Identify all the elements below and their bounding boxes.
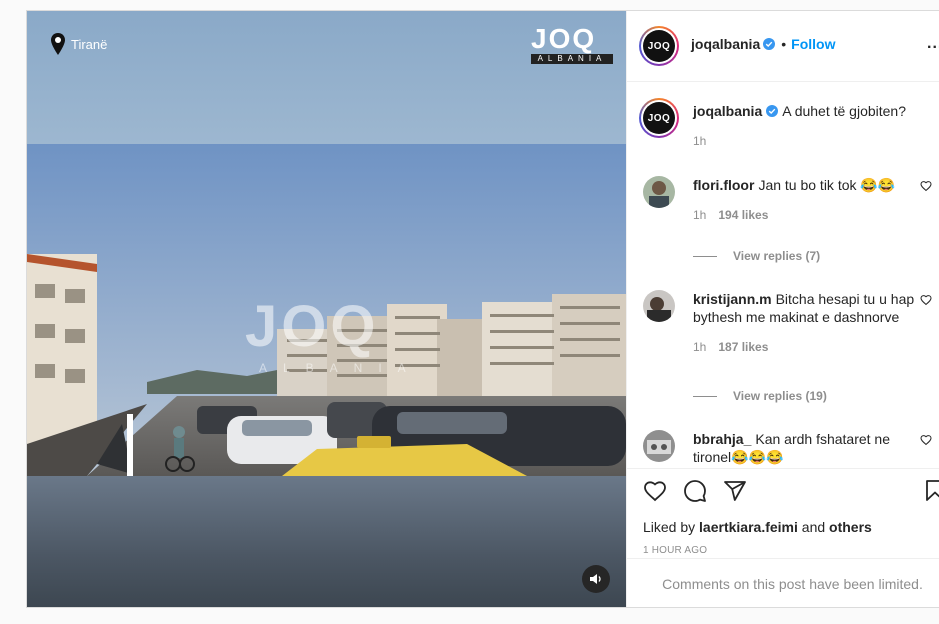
liked-user-link[interactable]: laertkiara.feimi xyxy=(699,519,798,535)
author-avatar[interactable]: JOQ xyxy=(639,26,679,66)
avatar-text: JOQ xyxy=(643,30,675,62)
location-tag: Tiranë xyxy=(51,33,107,55)
view-replies-button[interactable]: View replies (19) xyxy=(693,389,827,403)
comment-body: flori.floor Jan tu bo tik tok 😂😂 1h 194 li… xyxy=(693,176,923,224)
caption-time: 1h xyxy=(693,134,707,148)
post-video[interactable]: Tiranë JOQ ALBANIA JOQ ALBANIA xyxy=(27,11,626,607)
view-replies-label: View replies (19) xyxy=(733,389,827,403)
header-separator: • xyxy=(781,36,787,52)
heart-icon[interactable] xyxy=(920,180,932,192)
commenter-avatar[interactable] xyxy=(643,290,675,322)
header-user: joqalbania • Follow xyxy=(691,36,835,52)
save-bookmark-icon[interactable] xyxy=(923,479,939,503)
comment-item: bbrahja_ Kan ardh fshataret ne tironel😂😂😂 xyxy=(643,430,939,468)
post-actions: Liked by laertkiara.feimi and others 1 H… xyxy=(627,468,939,558)
comment-username[interactable]: flori.floor xyxy=(693,177,754,193)
comment-time: 1h xyxy=(693,340,707,354)
brand-logo: JOQ ALBANIA xyxy=(531,25,613,65)
caption-body: joqalbania A duhet të gjobiten? 1h xyxy=(693,102,923,150)
comment-body: kristijann.m Bitcha hesapi tu u hap bythe… xyxy=(693,290,923,356)
liked-prefix: Liked by xyxy=(643,519,696,535)
caption-row: JOQ joqalbania A duhet të gjobiten? 1h xyxy=(639,98,939,162)
liked-and: and xyxy=(801,519,826,535)
speaker-icon xyxy=(590,574,601,584)
post-header: JOQ joqalbania • Follow ... xyxy=(627,11,939,82)
watermark-word: JOQ xyxy=(245,294,380,359)
comment-bubble-icon[interactable] xyxy=(683,479,707,503)
commenter-avatar[interactable] xyxy=(643,430,675,462)
liked-by-line: Liked by laertkiara.feimi and others xyxy=(643,519,872,535)
logo-sub: ALBANIA xyxy=(531,54,613,64)
replies-line xyxy=(693,395,717,397)
caption-meta: 1h xyxy=(693,132,923,150)
view-replies-button[interactable]: View replies (7) xyxy=(693,249,820,263)
logo-word: JOQ xyxy=(531,23,597,54)
follow-button[interactable]: Follow xyxy=(791,36,835,52)
heart-icon[interactable] xyxy=(920,294,932,306)
video-blur-bottom xyxy=(27,476,626,607)
comment-body: bbrahja_ Kan ardh fshataret ne tironel😂😂😂 xyxy=(693,430,923,466)
comment-item: kristijann.m Bitcha hesapi tu u hap bythe… xyxy=(643,290,939,380)
caption-avatar-text: JOQ xyxy=(643,102,675,134)
header-username[interactable]: joqalbania xyxy=(691,36,760,52)
verified-badge-icon xyxy=(766,105,779,118)
comment-meta: 1h 187 likes xyxy=(693,338,923,356)
caption-avatar[interactable]: JOQ xyxy=(639,98,679,138)
comment-time: 1h xyxy=(693,208,707,222)
view-replies-label: View replies (7) xyxy=(733,249,821,263)
post-timestamp[interactable]: 1 HOUR AGO xyxy=(643,545,707,556)
comment-likes[interactable]: 187 likes xyxy=(718,340,768,354)
mute-toggle-button[interactable] xyxy=(582,565,610,593)
like-heart-icon[interactable] xyxy=(643,479,667,503)
comment-item: flori.floor Jan tu bo tik tok 😂😂 1h 194 li… xyxy=(643,176,939,256)
comment-username[interactable]: kristijann.m xyxy=(693,291,772,307)
heart-icon[interactable] xyxy=(920,434,932,446)
comments-list[interactable]: JOQ joqalbania A duhet të gjobiten? 1h f… xyxy=(627,82,939,468)
caption-username[interactable]: joqalbania xyxy=(693,103,762,119)
more-options-icon[interactable]: ... xyxy=(927,35,939,53)
post-sidebar: JOQ joqalbania • Follow ... JOQ joqal xyxy=(626,11,939,607)
comment-likes[interactable]: 194 likes xyxy=(718,208,768,222)
comment-meta: 1h 194 likes xyxy=(693,206,923,224)
verified-badge-icon xyxy=(763,38,776,50)
replies-line xyxy=(693,255,717,257)
comments-limited-notice: Comments on this post have been limited. xyxy=(627,558,939,607)
location-pin-icon xyxy=(51,33,65,55)
liked-others-link[interactable]: others xyxy=(829,519,872,535)
caption-text: A duhet të gjobiten? xyxy=(782,103,907,119)
comment-username[interactable]: bbrahja_ xyxy=(693,431,751,447)
comment-text: Jan tu bo tik tok 😂😂 xyxy=(758,177,896,193)
location-label: Tiranë xyxy=(71,36,108,52)
watermark-sub: ALBANIA xyxy=(259,361,422,375)
share-paperplane-icon[interactable] xyxy=(723,479,747,503)
commenter-avatar[interactable] xyxy=(643,176,675,208)
post-dialog: Tiranë JOQ ALBANIA JOQ ALBANIA JOQ joqal… xyxy=(26,10,939,608)
